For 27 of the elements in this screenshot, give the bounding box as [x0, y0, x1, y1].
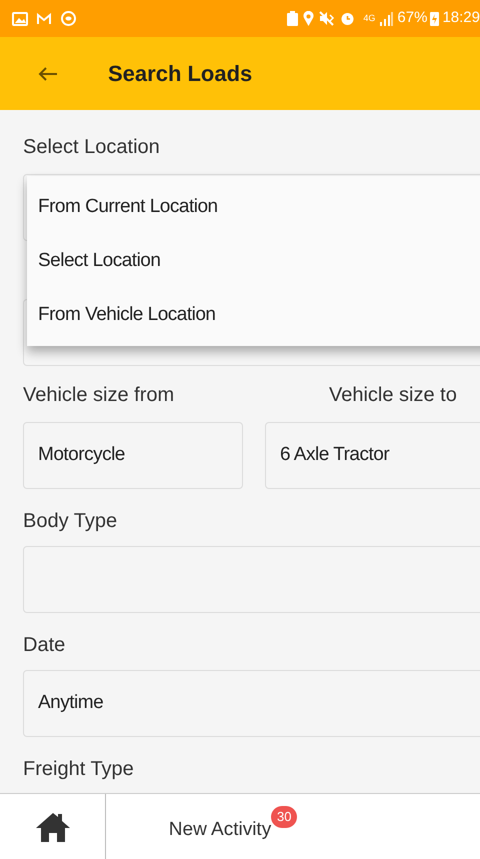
notification-badge: 30: [271, 806, 298, 828]
location-pin-icon: [303, 11, 314, 26]
battery-saver-icon: [287, 11, 298, 26]
mail-icon: [36, 12, 52, 26]
status-time: 18:29: [442, 8, 480, 28]
select-field[interactable]: Anytime: [23, 670, 480, 737]
battery-charging-icon: [430, 11, 440, 26]
image-icon: [12, 12, 28, 26]
screen-title: Search Loads: [108, 60, 252, 88]
field-label: Body Type: [23, 509, 118, 534]
mute-icon: [319, 11, 336, 26]
field-label: Date: [23, 633, 66, 658]
field-label: Freight Type: [23, 757, 135, 782]
network-type: 4G: [363, 14, 376, 23]
field-label: Select Location: [23, 135, 161, 160]
new-activity-link[interactable]: New Activity: [168, 816, 272, 844]
field-label: Vehicle size to: [329, 383, 457, 408]
dropdown-option[interactable]: Select Location: [27, 234, 480, 288]
alarm-icon: [340, 11, 356, 26]
signal-icon: [379, 12, 394, 26]
battery-level: 67%: [397, 8, 428, 28]
dropdown-option[interactable]: From Current Location: [27, 180, 480, 234]
back-arrow-icon[interactable]: [38, 66, 58, 82]
select-field[interactable]: Motorcycle: [23, 422, 243, 489]
select-field[interactable]: 6 Axle Tractor: [265, 422, 480, 489]
field-label: Vehicle size from: [23, 383, 176, 408]
dropdown-option[interactable]: From Vehicle Location: [27, 288, 480, 342]
